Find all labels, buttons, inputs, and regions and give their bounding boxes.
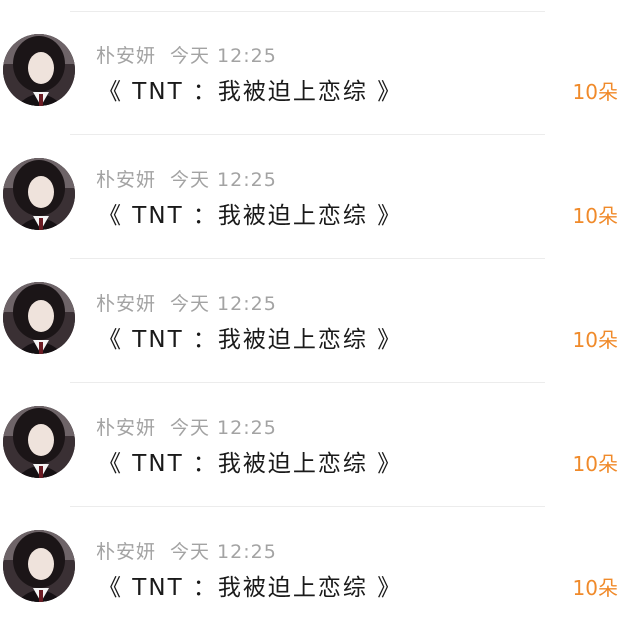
timestamp: 今天 12:25 <box>170 169 277 191</box>
list-item[interactable]: 朴安妍 今天 12:25 《 TNT ：我被迫上恋综 》 10朵 <box>0 124 640 248</box>
avatar-photo-icon <box>3 282 75 354</box>
timestamp: 今天 12:25 <box>170 45 277 67</box>
list-item[interactable]: 朴安妍 今天 12:25 《 TNT ：我被迫上恋综 》 10朵 <box>0 0 640 124</box>
username[interactable]: 朴安妍 <box>96 45 156 67</box>
avatar[interactable] <box>3 34 75 106</box>
avatar[interactable] <box>3 530 75 602</box>
list-item[interactable]: 朴安妍 今天 12:25 《 TNT ：我被迫上恋综 》 10朵 <box>0 496 640 620</box>
meta-line: 朴安妍 今天 12:25 <box>96 537 277 564</box>
work-title[interactable]: 《 TNT ：我被迫上恋综 》 <box>98 72 402 106</box>
gift-amount: 10朵 <box>572 328 618 352</box>
gift-amount: 10朵 <box>572 576 618 600</box>
work-title[interactable]: 《 TNT ：我被迫上恋综 》 <box>98 568 402 602</box>
gift-amount: 10朵 <box>572 204 618 228</box>
avatar-photo-icon <box>3 530 75 602</box>
gift-record-list: 朴安妍 今天 12:25 《 TNT ：我被迫上恋综 》 10朵 朴安妍 今天 12… <box>0 0 640 629</box>
avatar[interactable] <box>3 406 75 478</box>
work-title[interactable]: 《 TNT ：我被迫上恋综 》 <box>98 320 402 354</box>
timestamp: 今天 12:25 <box>170 417 277 439</box>
avatar-photo-icon <box>3 158 75 230</box>
timestamp: 今天 12:25 <box>170 541 277 563</box>
meta-line: 朴安妍 今天 12:25 <box>96 289 277 316</box>
avatar-photo-icon <box>3 406 75 478</box>
meta-line: 朴安妍 今天 12:25 <box>96 165 277 192</box>
gift-amount: 10朵 <box>572 80 618 104</box>
avatar[interactable] <box>3 158 75 230</box>
avatar[interactable] <box>3 282 75 354</box>
avatar-photo-icon <box>3 34 75 106</box>
gift-amount: 10朵 <box>572 452 618 476</box>
work-title[interactable]: 《 TNT ：我被迫上恋综 》 <box>98 444 402 478</box>
meta-line: 朴安妍 今天 12:25 <box>96 413 277 440</box>
list-item[interactable]: 朴安妍 今天 12:25 《 TNT ：我被迫上恋综 》 10朵 <box>0 248 640 372</box>
username[interactable]: 朴安妍 <box>96 541 156 563</box>
work-title[interactable]: 《 TNT ：我被迫上恋综 》 <box>98 196 402 230</box>
timestamp: 今天 12:25 <box>170 293 277 315</box>
username[interactable]: 朴安妍 <box>96 417 156 439</box>
meta-line: 朴安妍 今天 12:25 <box>96 41 277 68</box>
username[interactable]: 朴安妍 <box>96 169 156 191</box>
list-item[interactable]: 朴安妍 今天 12:25 《 TNT ：我被迫上恋综 》 10朵 <box>0 372 640 496</box>
username[interactable]: 朴安妍 <box>96 293 156 315</box>
